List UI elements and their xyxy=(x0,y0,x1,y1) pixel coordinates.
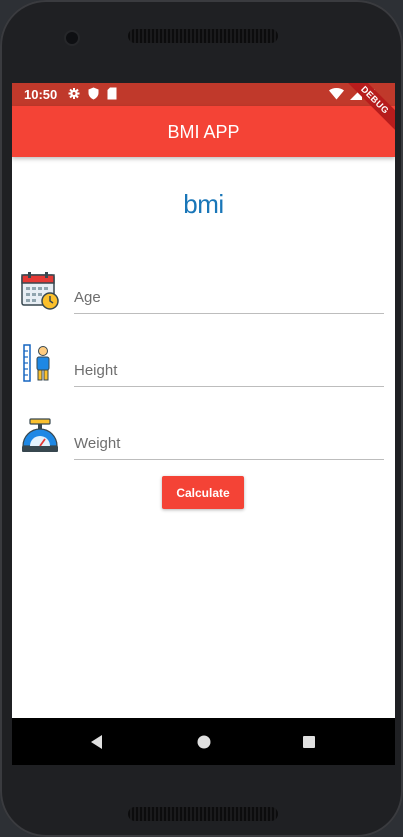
bmi-logo: bmi xyxy=(183,189,224,219)
status-bar: 10:50 xyxy=(12,83,395,106)
navigation-bar xyxy=(12,718,395,765)
back-icon[interactable] xyxy=(87,732,107,752)
app-title: BMI APP xyxy=(167,122,240,142)
height-ruler-person-icon xyxy=(23,344,50,382)
weighing-scale-icon xyxy=(22,418,58,452)
calendar-clock-icon xyxy=(21,272,59,310)
phone-frame: 10:50 BMI APP DEBUG bmi Age Height Weigh… xyxy=(0,0,403,837)
top-speaker xyxy=(128,29,278,43)
front-camera xyxy=(66,32,78,44)
height-row xyxy=(20,341,390,391)
settings-icon xyxy=(68,88,80,99)
age-input[interactable] xyxy=(74,268,384,314)
height-input[interactable] xyxy=(74,341,384,387)
status-time: 10:50 xyxy=(24,87,58,102)
age-row xyxy=(20,268,390,318)
shield-icon xyxy=(88,87,99,100)
calculate-button[interactable]: Calculate xyxy=(162,476,244,509)
home-icon[interactable] xyxy=(194,732,214,752)
sd-card-icon xyxy=(107,87,117,100)
weight-row xyxy=(20,414,390,464)
app-screen: 10:50 BMI APP DEBUG bmi Age Height Weigh… xyxy=(12,83,395,765)
app-bar: BMI APP xyxy=(12,106,395,157)
wifi-icon xyxy=(329,88,344,100)
weight-input[interactable] xyxy=(74,414,384,460)
bottom-speaker xyxy=(128,807,278,821)
recents-icon[interactable] xyxy=(299,732,319,752)
